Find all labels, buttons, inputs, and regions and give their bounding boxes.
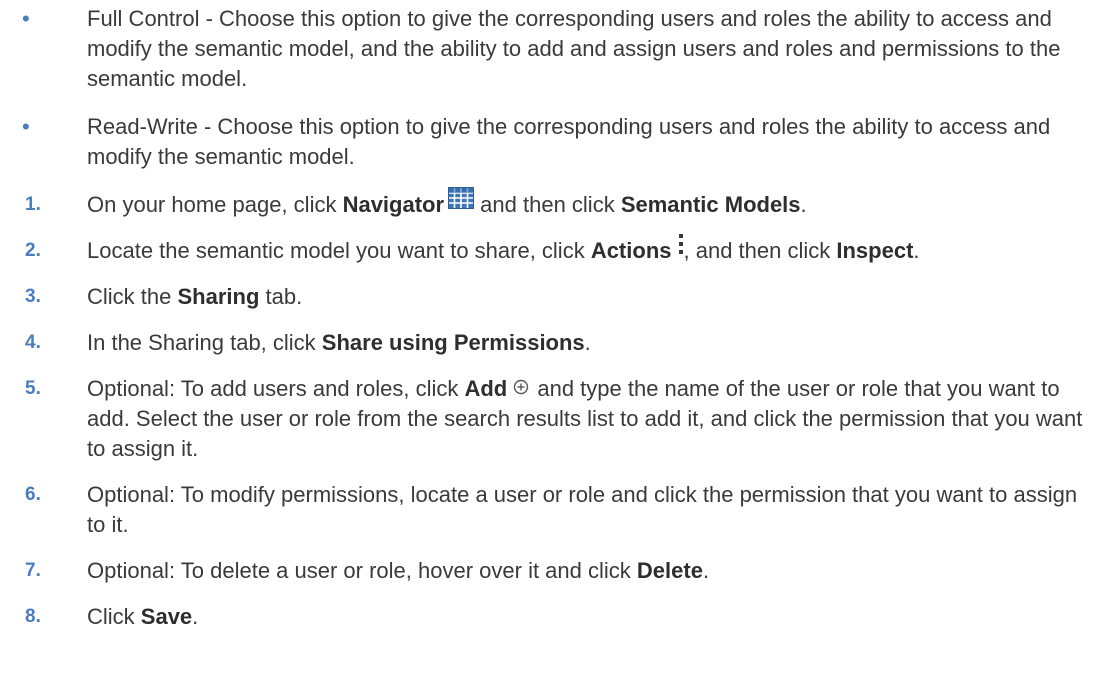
navigator-grid-icon[interactable]	[448, 187, 475, 217]
step-4: 4. In the Sharing tab, click Share using…	[10, 328, 1095, 358]
step-number: 5.	[25, 378, 41, 399]
step-number: 8.	[25, 606, 41, 627]
list-item-full-control: • Full Control - Choose this option to g…	[10, 4, 1095, 94]
step-6: 6. Optional: To modify permissions, loca…	[10, 480, 1095, 540]
semantic-models-label: Semantic Models	[620, 192, 801, 217]
add-circle-icon[interactable]	[513, 373, 529, 403]
step-number: 1.	[25, 194, 41, 215]
share-using-permissions-label: Share using Permissions	[321, 330, 585, 355]
step-text: .	[800, 192, 807, 217]
bullet-text: Full Control - Choose this option to giv…	[87, 6, 1061, 91]
sharing-label: Sharing	[177, 284, 260, 309]
step-text: .	[584, 330, 591, 355]
navigator-label: Navigator	[342, 192, 445, 217]
step-text: On your home page, click	[87, 192, 343, 217]
step-text: .	[913, 238, 920, 263]
step-7: 7. Optional: To delete a user or role, h…	[10, 556, 1095, 586]
step-3: 3. Click the Sharing tab.	[10, 282, 1095, 312]
step-number: 6.	[25, 484, 41, 505]
bullet-text: Read-Write - Choose this option to give …	[87, 114, 1051, 169]
bullet-marker: •	[22, 114, 30, 139]
step-text: Click the	[87, 284, 178, 309]
list-item-read-write: • Read-Write - Choose this option to giv…	[10, 112, 1095, 172]
permission-options-list: • Full Control - Choose this option to g…	[10, 4, 1095, 172]
delete-label: Delete	[636, 558, 703, 583]
step-text: and then click	[474, 192, 621, 217]
step-text: Optional: To delete a user or role, hove…	[87, 558, 637, 583]
step-8: 8. Click Save.	[10, 602, 1095, 632]
step-text: .	[702, 558, 710, 583]
actions-label: Actions	[590, 238, 672, 263]
step-number: 3.	[25, 286, 41, 307]
step-text: Optional: To modify permissions, locate …	[87, 482, 1078, 537]
step-text: Locate the semantic model you want to sh…	[87, 238, 591, 263]
step-text: Click	[87, 604, 141, 629]
step-number: 4.	[25, 332, 41, 353]
inspect-label: Inspect	[836, 238, 914, 263]
steps-list: 1. On your home page, click Navigator an…	[10, 187, 1095, 632]
step-1: 1. On your home page, click Navigator an…	[10, 187, 1095, 220]
step-2: 2. Locate the semantic model you want to…	[10, 234, 1095, 266]
step-text: In the Sharing tab, click	[87, 330, 322, 355]
step-number: 2.	[25, 240, 41, 261]
step-5: 5. Optional: To add users and roles, cli…	[10, 374, 1095, 464]
step-text: , and then click	[683, 238, 837, 263]
add-label: Add	[464, 376, 508, 401]
document-page: • Full Control - Choose this option to g…	[0, 0, 1119, 679]
bullet-marker: •	[22, 6, 30, 31]
save-label: Save	[140, 604, 193, 629]
step-text: tab.	[259, 284, 303, 309]
step-text: Optional: To add users and roles, click	[87, 376, 465, 401]
step-number: 7.	[25, 560, 41, 581]
step-text: .	[192, 604, 199, 629]
